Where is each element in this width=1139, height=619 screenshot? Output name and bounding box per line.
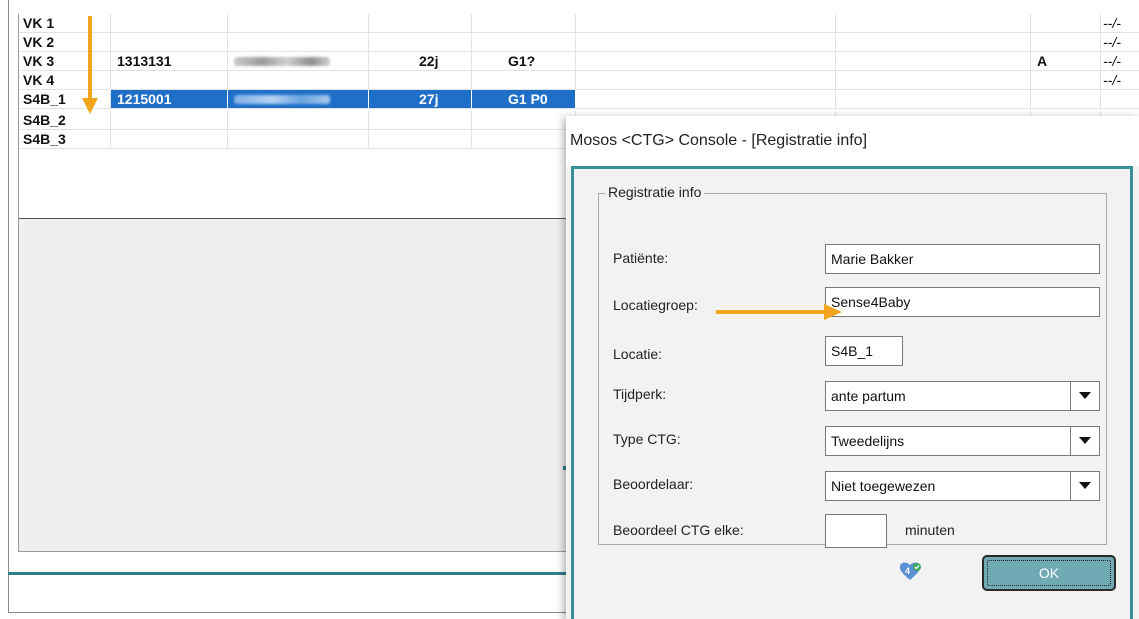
time-cell: --/-	[1101, 52, 1139, 71]
age-cell	[369, 130, 472, 149]
age-cell: 22j	[369, 52, 472, 71]
empty-cell	[576, 14, 836, 33]
dropdown-arrow-icon[interactable]	[1070, 472, 1099, 500]
tijdperk-select[interactable]: ante partum	[825, 381, 1100, 411]
minuten-label: minuten	[905, 522, 955, 538]
time-cell: --/-	[1101, 33, 1139, 52]
empty-cell	[576, 71, 836, 90]
ok-button[interactable]: OK	[982, 555, 1116, 591]
time-cell	[1101, 90, 1139, 109]
table-row[interactable]: VK 3 1313131 22j G1? A --/-	[19, 52, 1139, 71]
patient-id-cell	[111, 111, 228, 130]
dropdown-arrow-icon[interactable]	[1070, 382, 1099, 410]
locatiegroep-field[interactable]: Sense4Baby	[825, 287, 1100, 317]
table-row[interactable]: VK 4 --/-	[19, 71, 1139, 90]
down-arrow-annotation-icon	[82, 16, 98, 114]
beoordelaar-value: Niet toegewezen	[831, 478, 936, 494]
table-row[interactable]: VK 1 --/-	[19, 14, 1139, 33]
table-row[interactable]: VK 2 --/-	[19, 33, 1139, 52]
patient-name-cell	[228, 52, 369, 71]
tijdperk-value: ante partum	[831, 388, 906, 404]
age-cell	[369, 14, 472, 33]
beoordelaar-label: Beoordelaar:	[613, 476, 694, 492]
flag-cell	[1031, 14, 1101, 33]
beoordeel-label: Beoordeel CTG elke:	[613, 522, 744, 538]
flag-cell	[1031, 33, 1101, 52]
svg-text:4: 4	[905, 566, 910, 576]
patient-name-cell	[228, 71, 369, 90]
age-cell	[369, 33, 472, 52]
dropdown-arrow-icon[interactable]	[1070, 427, 1099, 455]
time-cell: --/-	[1101, 14, 1139, 33]
time-cell: --/-	[1101, 71, 1139, 90]
tijdperk-label: Tijdperk:	[613, 386, 667, 402]
locatie-field[interactable]: S4B_1	[825, 336, 903, 366]
empty-cell	[836, 14, 1031, 33]
patient-field[interactable]: Marie Bakker	[825, 244, 1100, 274]
beoordelaar-select[interactable]: Niet toegewezen	[825, 471, 1100, 501]
gravida-para-cell: G1 P0	[472, 90, 576, 109]
patient-id-cell	[111, 130, 228, 149]
redacted-name	[234, 57, 330, 66]
patient-name-cell	[228, 33, 369, 52]
age-cell	[369, 111, 472, 130]
patient-id-cell: 1313131	[111, 52, 228, 71]
patient-label: Patiënte:	[613, 250, 669, 266]
flag-cell: A	[1031, 52, 1101, 71]
type-ctg-select[interactable]: Tweedelijns	[825, 426, 1100, 456]
type-ctg-value: Tweedelijns	[831, 433, 905, 449]
gravida-para-cell	[472, 71, 576, 90]
empty-cell	[576, 90, 836, 109]
empty-cell	[836, 33, 1031, 52]
gravida-para-cell	[472, 130, 576, 149]
locatie-label: Locatie:	[613, 346, 663, 362]
patient-name-cell	[228, 14, 369, 33]
age-cell: 27j	[369, 90, 472, 109]
patient-id-cell	[111, 71, 228, 90]
empty-cell	[576, 33, 836, 52]
patient-name-cell	[228, 130, 369, 149]
redacted-name	[234, 95, 330, 104]
gravida-para-cell	[472, 111, 576, 130]
registratie-info-dialog: Mosos <CTG> Console - [Registratie info]…	[566, 116, 1139, 619]
empty-cell	[836, 90, 1031, 109]
beoordeel-minutes-field[interactable]	[825, 514, 887, 548]
table-row[interactable]: S4B_1 1215001 27j G1 P0	[19, 90, 1139, 109]
empty-cell	[836, 71, 1031, 90]
location-cell: S4B_3	[19, 130, 111, 149]
right-arrow-annotation-icon	[716, 304, 842, 320]
locatiegroep-label: Locatiegroep:	[613, 297, 698, 313]
flag-cell	[1031, 90, 1101, 109]
dialog-body: Registratie info Patiënte: Marie Bakker …	[571, 166, 1133, 619]
patient-name-cell	[228, 90, 369, 109]
gravida-para-cell	[472, 33, 576, 52]
window-divider	[8, 572, 570, 575]
patient-id-cell	[111, 14, 228, 33]
patient-id-cell	[111, 33, 228, 52]
age-cell	[369, 71, 472, 90]
registratie-info-groupbox: Registratie info Patiënte: Marie Bakker …	[598, 184, 1107, 548]
gravida-para-cell: G1?	[472, 52, 576, 71]
empty-cell	[836, 52, 1031, 71]
gravida-para-cell	[472, 14, 576, 33]
dialog-title: Mosos <CTG> Console - [Registratie info]	[566, 116, 1139, 166]
app-logo-icon: 4	[899, 562, 921, 580]
ok-focus-rect	[987, 560, 1111, 586]
patient-name-cell	[228, 111, 369, 130]
patient-id-cell: 1215001	[111, 90, 228, 109]
empty-cell	[576, 52, 836, 71]
groupbox-title: Registratie info	[605, 184, 705, 200]
flag-cell	[1031, 71, 1101, 90]
type-ctg-label: Type CTG:	[613, 431, 681, 447]
